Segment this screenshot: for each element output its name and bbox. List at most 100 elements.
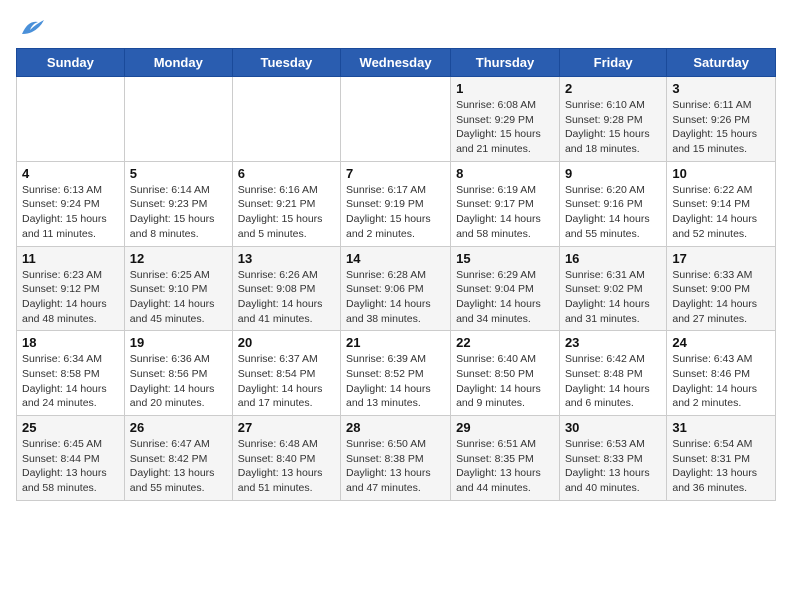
day-number: 11 bbox=[22, 251, 119, 266]
calendar-cell bbox=[341, 77, 451, 162]
day-number: 16 bbox=[565, 251, 661, 266]
day-number: 24 bbox=[672, 335, 770, 350]
day-number: 15 bbox=[456, 251, 554, 266]
day-info: Sunrise: 6:16 AM Sunset: 9:21 PM Dayligh… bbox=[238, 183, 335, 242]
calendar-cell: 13 Sunrise: 6:26 AM Sunset: 9:08 PM Dayli… bbox=[232, 246, 340, 331]
calendar-table: SundayMondayTuesdayWednesdayThursdayFrid… bbox=[16, 48, 776, 501]
day-info: Sunrise: 6:34 AM Sunset: 8:58 PM Dayligh… bbox=[22, 352, 119, 411]
day-info: Sunrise: 6:33 AM Sunset: 9:00 PM Dayligh… bbox=[672, 268, 770, 327]
logo-bird-icon bbox=[18, 16, 46, 38]
day-info: Sunrise: 6:47 AM Sunset: 8:42 PM Dayligh… bbox=[130, 437, 227, 496]
weekday-header-friday: Friday bbox=[559, 49, 666, 77]
day-info: Sunrise: 6:50 AM Sunset: 8:38 PM Dayligh… bbox=[346, 437, 445, 496]
calendar-cell: 2 Sunrise: 6:10 AM Sunset: 9:28 PM Daylig… bbox=[559, 77, 666, 162]
weekday-header-tuesday: Tuesday bbox=[232, 49, 340, 77]
weekday-header-wednesday: Wednesday bbox=[341, 49, 451, 77]
day-info: Sunrise: 6:40 AM Sunset: 8:50 PM Dayligh… bbox=[456, 352, 554, 411]
day-number: 6 bbox=[238, 166, 335, 181]
day-info: Sunrise: 6:14 AM Sunset: 9:23 PM Dayligh… bbox=[130, 183, 227, 242]
calendar-cell: 11 Sunrise: 6:23 AM Sunset: 9:12 PM Dayli… bbox=[17, 246, 125, 331]
day-info: Sunrise: 6:10 AM Sunset: 9:28 PM Dayligh… bbox=[565, 98, 661, 157]
day-number: 14 bbox=[346, 251, 445, 266]
day-info: Sunrise: 6:22 AM Sunset: 9:14 PM Dayligh… bbox=[672, 183, 770, 242]
calendar-cell: 3 Sunrise: 6:11 AM Sunset: 9:26 PM Daylig… bbox=[667, 77, 776, 162]
day-info: Sunrise: 6:17 AM Sunset: 9:19 PM Dayligh… bbox=[346, 183, 445, 242]
day-info: Sunrise: 6:19 AM Sunset: 9:17 PM Dayligh… bbox=[456, 183, 554, 242]
weekday-header-saturday: Saturday bbox=[667, 49, 776, 77]
calendar-cell bbox=[232, 77, 340, 162]
day-number: 19 bbox=[130, 335, 227, 350]
calendar-cell: 8 Sunrise: 6:19 AM Sunset: 9:17 PM Daylig… bbox=[451, 161, 560, 246]
day-info: Sunrise: 6:54 AM Sunset: 8:31 PM Dayligh… bbox=[672, 437, 770, 496]
day-number: 17 bbox=[672, 251, 770, 266]
calendar-cell: 5 Sunrise: 6:14 AM Sunset: 9:23 PM Daylig… bbox=[124, 161, 232, 246]
calendar-cell bbox=[17, 77, 125, 162]
calendar-cell: 19 Sunrise: 6:36 AM Sunset: 8:56 PM Dayli… bbox=[124, 331, 232, 416]
day-number: 8 bbox=[456, 166, 554, 181]
day-number: 29 bbox=[456, 420, 554, 435]
calendar-cell: 18 Sunrise: 6:34 AM Sunset: 8:58 PM Dayli… bbox=[17, 331, 125, 416]
day-info: Sunrise: 6:25 AM Sunset: 9:10 PM Dayligh… bbox=[130, 268, 227, 327]
day-number: 10 bbox=[672, 166, 770, 181]
day-info: Sunrise: 6:37 AM Sunset: 8:54 PM Dayligh… bbox=[238, 352, 335, 411]
calendar-cell: 31Sunrise: 6:54 AM Sunset: 8:31 PM Dayli… bbox=[667, 416, 776, 501]
day-number: 22 bbox=[456, 335, 554, 350]
logo bbox=[16, 16, 46, 38]
day-info: Sunrise: 6:08 AM Sunset: 9:29 PM Dayligh… bbox=[456, 98, 554, 157]
day-info: Sunrise: 6:31 AM Sunset: 9:02 PM Dayligh… bbox=[565, 268, 661, 327]
weekday-header-sunday: Sunday bbox=[17, 49, 125, 77]
day-number: 18 bbox=[22, 335, 119, 350]
day-info: Sunrise: 6:36 AM Sunset: 8:56 PM Dayligh… bbox=[130, 352, 227, 411]
calendar-cell: 15Sunrise: 6:29 AM Sunset: 9:04 PM Dayli… bbox=[451, 246, 560, 331]
day-info: Sunrise: 6:39 AM Sunset: 8:52 PM Dayligh… bbox=[346, 352, 445, 411]
calendar-cell: 29 Sunrise: 6:51 AM Sunset: 8:35 PM Dayli… bbox=[451, 416, 560, 501]
calendar-cell: 12 Sunrise: 6:25 AM Sunset: 9:10 PM Dayli… bbox=[124, 246, 232, 331]
calendar-cell: 26Sunrise: 6:47 AM Sunset: 8:42 PM Dayli… bbox=[124, 416, 232, 501]
calendar-cell: 16 Sunrise: 6:31 AM Sunset: 9:02 PM Dayli… bbox=[559, 246, 666, 331]
calendar-cell: 23 Sunrise: 6:42 AM Sunset: 8:48 PM Dayli… bbox=[559, 331, 666, 416]
calendar-cell: 4Sunrise: 6:13 AM Sunset: 9:24 PM Daylig… bbox=[17, 161, 125, 246]
weekday-header-monday: Monday bbox=[124, 49, 232, 77]
day-info: Sunrise: 6:11 AM Sunset: 9:26 PM Dayligh… bbox=[672, 98, 770, 157]
calendar-cell: 21 Sunrise: 6:39 AM Sunset: 8:52 PM Dayli… bbox=[341, 331, 451, 416]
calendar-cell: 25 Sunrise: 6:45 AM Sunset: 8:44 PM Dayli… bbox=[17, 416, 125, 501]
day-info: Sunrise: 6:53 AM Sunset: 8:33 PM Dayligh… bbox=[565, 437, 661, 496]
day-info: Sunrise: 6:23 AM Sunset: 9:12 PM Dayligh… bbox=[22, 268, 119, 327]
calendar-cell: 7 Sunrise: 6:17 AM Sunset: 9:19 PM Daylig… bbox=[341, 161, 451, 246]
day-number: 13 bbox=[238, 251, 335, 266]
day-number: 3 bbox=[672, 81, 770, 96]
calendar-cell: 24 Sunrise: 6:43 AM Sunset: 8:46 PM Dayli… bbox=[667, 331, 776, 416]
calendar-cell: 10 Sunrise: 6:22 AM Sunset: 9:14 PM Dayli… bbox=[667, 161, 776, 246]
day-number: 12 bbox=[130, 251, 227, 266]
day-number: 30 bbox=[565, 420, 661, 435]
day-info: Sunrise: 6:42 AM Sunset: 8:48 PM Dayligh… bbox=[565, 352, 661, 411]
day-info: Sunrise: 6:28 AM Sunset: 9:06 PM Dayligh… bbox=[346, 268, 445, 327]
calendar-cell: 30 Sunrise: 6:53 AM Sunset: 8:33 PM Dayli… bbox=[559, 416, 666, 501]
day-info: Sunrise: 6:26 AM Sunset: 9:08 PM Dayligh… bbox=[238, 268, 335, 327]
day-info: Sunrise: 6:48 AM Sunset: 8:40 PM Dayligh… bbox=[238, 437, 335, 496]
day-number: 23 bbox=[565, 335, 661, 350]
day-number: 25 bbox=[22, 420, 119, 435]
day-number: 2 bbox=[565, 81, 661, 96]
calendar-cell: 6 Sunrise: 6:16 AM Sunset: 9:21 PM Daylig… bbox=[232, 161, 340, 246]
calendar-cell: 1Sunrise: 6:08 AM Sunset: 9:29 PM Daylig… bbox=[451, 77, 560, 162]
day-number: 7 bbox=[346, 166, 445, 181]
calendar-cell: 27 Sunrise: 6:48 AM Sunset: 8:40 PM Dayli… bbox=[232, 416, 340, 501]
day-info: Sunrise: 6:20 AM Sunset: 9:16 PM Dayligh… bbox=[565, 183, 661, 242]
day-number: 9 bbox=[565, 166, 661, 181]
calendar-cell bbox=[124, 77, 232, 162]
day-info: Sunrise: 6:43 AM Sunset: 8:46 PM Dayligh… bbox=[672, 352, 770, 411]
calendar-cell: 14 Sunrise: 6:28 AM Sunset: 9:06 PM Dayli… bbox=[341, 246, 451, 331]
calendar-cell: 22 Sunrise: 6:40 AM Sunset: 8:50 PM Dayli… bbox=[451, 331, 560, 416]
day-info: Sunrise: 6:13 AM Sunset: 9:24 PM Dayligh… bbox=[22, 183, 119, 242]
calendar-cell: 17 Sunrise: 6:33 AM Sunset: 9:00 PM Dayli… bbox=[667, 246, 776, 331]
day-info: Sunrise: 6:51 AM Sunset: 8:35 PM Dayligh… bbox=[456, 437, 554, 496]
day-number: 27 bbox=[238, 420, 335, 435]
day-number: 21 bbox=[346, 335, 445, 350]
page-header bbox=[16, 16, 776, 38]
day-number: 28 bbox=[346, 420, 445, 435]
day-info: Sunrise: 6:45 AM Sunset: 8:44 PM Dayligh… bbox=[22, 437, 119, 496]
day-number: 5 bbox=[130, 166, 227, 181]
calendar-cell: 9 Sunrise: 6:20 AM Sunset: 9:16 PM Daylig… bbox=[559, 161, 666, 246]
weekday-header-thursday: Thursday bbox=[451, 49, 560, 77]
